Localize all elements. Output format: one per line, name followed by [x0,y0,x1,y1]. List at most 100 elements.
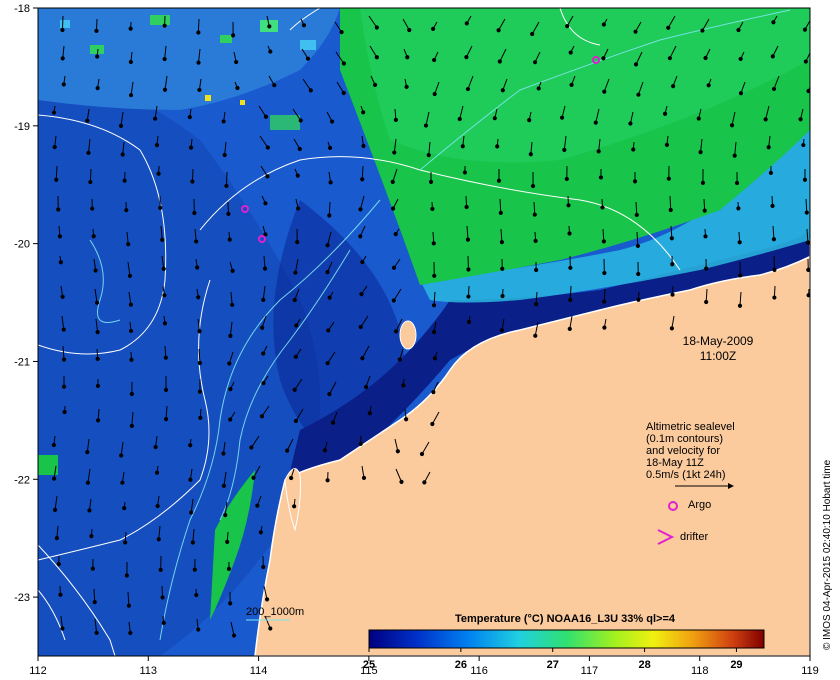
velocity-arrow-head [567,231,572,236]
velocity-arrow-head [153,116,158,121]
velocity-arrow-head [298,118,303,123]
velocity-arrow-head [460,144,465,149]
velocity-arrow-head [190,179,195,184]
velocity-arrow-head [393,231,398,237]
legend-line: Altimetric sealevel [646,421,735,433]
velocity-arrow-head [497,59,502,64]
velocity-arrow-head [126,603,131,608]
velocity-arrow-head [228,387,233,392]
velocity-arrow-head [596,149,601,154]
velocity-arrow-head [530,31,535,37]
velocity-arrow-head [93,268,98,273]
velocity-arrow-head [61,384,67,389]
velocity-arrow-head [404,417,409,422]
velocity-arrow-head [192,567,197,572]
velocity-arrow-head [602,270,607,276]
colorbar-gradient [368,629,765,649]
velocity-arrow-head [56,207,61,212]
velocity-arrow-head [228,601,233,606]
velocity-arrow-head [197,389,203,394]
velocity-arrow-head [358,324,363,330]
velocity-arrow-head [162,23,167,28]
velocity-arrow-head [360,259,365,265]
velocity-arrow-head [163,417,169,422]
velocity-arrow-head [261,297,266,302]
lat-tick-label: -18 [14,3,30,15]
colorbar-tick-label: 27 [547,659,559,671]
velocity-arrow-head [499,240,504,245]
velocity-arrow-head [161,266,166,271]
velocity-arrow-head [223,513,228,518]
velocity-arrow-head [568,297,573,303]
velocity-arrow-head [161,620,166,626]
velocity-arrow-head [360,356,365,361]
velocity-arrow-head [432,356,438,361]
velocity-arrow-head [430,421,435,427]
velocity-arrow-head [466,294,471,299]
velocity-arrow-head [662,111,668,116]
velocity-arrow-head [798,117,803,122]
velocity-arrow-head [419,451,425,457]
velocity-arrow-head [262,266,268,271]
velocity-arrow-head [194,239,199,244]
velocity-arrow-head [94,300,100,305]
velocity-arrow-head [666,25,671,30]
velocity-arrow-head [566,203,571,208]
velocity-arrow-head [391,206,396,211]
velocity-arrow-head [602,299,607,304]
velocity-arrow-head [771,86,777,92]
velocity-arrow-head [533,333,538,338]
velocity-arrow-head [393,329,399,334]
velocity-arrow-head [51,110,57,115]
velocity-arrow-head [259,414,265,419]
velocity-arrow-head [601,56,606,61]
velocity-arrow-head [500,293,505,299]
velocity-arrow-head [190,540,195,545]
credit-text: © IMOS 04-Apr-2015 02:40:10 Hobart time [822,459,833,650]
velocity-arrow-head [230,302,235,307]
legend-line: and velocity for [646,445,720,457]
velocity-arrow-head [258,530,263,535]
velocity-arrow-head [52,144,57,150]
velocity-arrow-head [564,176,569,182]
velocity-arrow-head [631,147,636,152]
velocity-arrow-head [704,299,709,305]
velocity-arrow-head [770,203,775,208]
velocity-arrow-head [325,270,330,275]
velocity-arrow-head [602,325,607,330]
velocity-arrow-head [636,297,641,302]
velocity-arrow-head [60,27,65,33]
velocity-arrow-head [263,114,269,119]
velocity-arrow-head [734,180,740,186]
velocity-arrow-head [196,30,201,35]
velocity-arrow-head [86,150,91,155]
velocity-arrow-head [401,383,406,388]
velocity-arrow-head [189,510,194,515]
velocity-arrow-head [61,327,66,332]
velocity-arrow-head [301,23,307,28]
velocity-arrow-head [358,234,363,239]
velocity-arrow-head [598,175,604,180]
velocity-arrow-head [163,355,168,360]
velocity-arrow-head [234,59,239,65]
velocity-arrow-head [294,323,299,328]
velocity-arrow-head [231,633,237,638]
velocity-arrow-head [289,475,294,481]
velocity-arrow-head [802,177,808,182]
velocity-arrow-head [327,392,332,397]
velocity-arrow-head [195,265,200,270]
velocity-arrow-head [803,59,808,64]
velocity-arrow-head [295,206,301,211]
velocity-arrow-head [668,207,673,213]
velocity-arrow-head [162,56,167,62]
velocity-arrow-head [92,599,97,605]
velocity-arrow-head [670,83,676,89]
velocity-arrow-head [162,87,168,92]
velocity-arrow-head [154,142,160,148]
velocity-arrow-head [628,121,633,126]
velocity-arrow-head [593,120,598,125]
velocity-arrow-head [565,24,570,29]
velocity-arrow-head [633,29,638,34]
velocity-arrow-head [128,328,134,334]
colorbar-tick-label: 26 [455,659,467,671]
